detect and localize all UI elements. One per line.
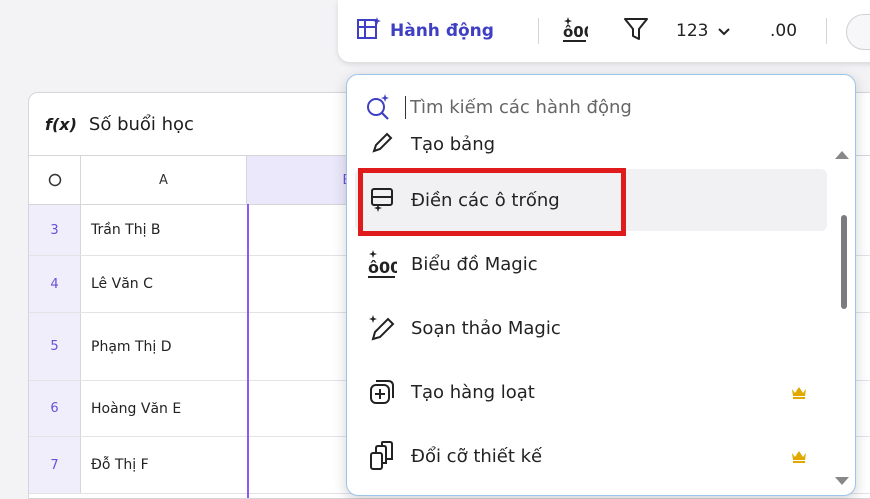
fx-label: f(x) [45,114,77,134]
menu-item-label: Tạo hàng loạt [411,381,535,403]
column-header-a[interactable]: A [81,156,247,205]
magic-write-icon [367,313,397,343]
magic-chart-icon: ô00 [562,15,594,47]
top-toolbar: Hành động ô00 123 .00 [338,0,870,62]
menu-item-bulk-create[interactable]: Tạo hàng loạt [355,361,827,423]
cell-a[interactable]: Lê Văn C [91,256,153,312]
cell-a[interactable]: Phạm Thị D [91,313,172,380]
magic-chart-toolbar-button[interactable]: ô00 [562,14,594,48]
circle-icon [48,173,61,187]
svg-text:ô00: ô00 [368,258,397,277]
divider [826,18,827,44]
menu-item-label: Tạo bảng [411,133,496,155]
resize-icon [367,441,397,471]
decimal-format-button[interactable]: .00 [770,14,797,48]
chevron-down-icon [718,22,731,41]
number-format-dropdown[interactable]: 123 [676,14,731,48]
filter-icon [622,16,650,46]
menu-item-create-table[interactable]: Tạo bảng [355,111,827,155]
cell-a[interactable]: Đỗ Thị F [91,437,149,493]
row-number[interactable]: 6 [29,381,81,436]
column-b-selection-border [247,204,249,498]
actions-button[interactable]: Hành động [356,14,494,48]
decimal-format-label: .00 [770,21,798,41]
row-number[interactable]: 7 [29,437,81,493]
menu-item-magic-write[interactable]: Soạn thảo Magic [355,297,827,359]
highlight-box [358,168,626,236]
divider [538,18,539,44]
magic-chart-icon: ô00 [367,249,397,279]
select-all-cell[interactable] [29,156,81,205]
cell-a[interactable]: Hoàng Văn E [91,381,181,436]
actions-dropdown: Tạo bảng Điền các ô trống ô00 Biểu đồ Ma… [346,74,856,496]
table-sparkle-icon [356,16,382,47]
number-format-label: 123 [676,21,709,41]
formula-value[interactable]: Số buổi học [89,114,194,135]
cell-a[interactable]: Trần Thị B [91,205,161,255]
bulk-create-icon [367,377,397,407]
crown-icon [791,447,807,468]
crown-icon [791,383,807,404]
row-number[interactable]: 4 [29,256,81,312]
scroll-up-arrow[interactable] [835,151,849,159]
actions-label: Hành động [390,21,494,41]
menu-item-label: Soạn thảo Magic [411,317,561,339]
filter-button[interactable] [622,14,650,48]
menu-item-label: Đổi cỡ thiết kế [411,445,543,467]
menu-item-label: Biểu đồ Magic [411,253,538,275]
menu-item-resize-design[interactable]: Đổi cỡ thiết kế [355,425,827,487]
row-number[interactable]: 3 [29,205,81,255]
row-number[interactable]: 5 [29,313,81,380]
scroll-down-arrow[interactable] [835,477,849,485]
pencil-icon [367,128,397,155]
svg-text:ô00: ô00 [563,23,588,41]
more-button[interactable] [846,14,870,50]
scrollbar-thumb[interactable] [841,215,847,309]
menu-item-magic-chart[interactable]: ô00 Biểu đồ Magic [355,233,827,295]
